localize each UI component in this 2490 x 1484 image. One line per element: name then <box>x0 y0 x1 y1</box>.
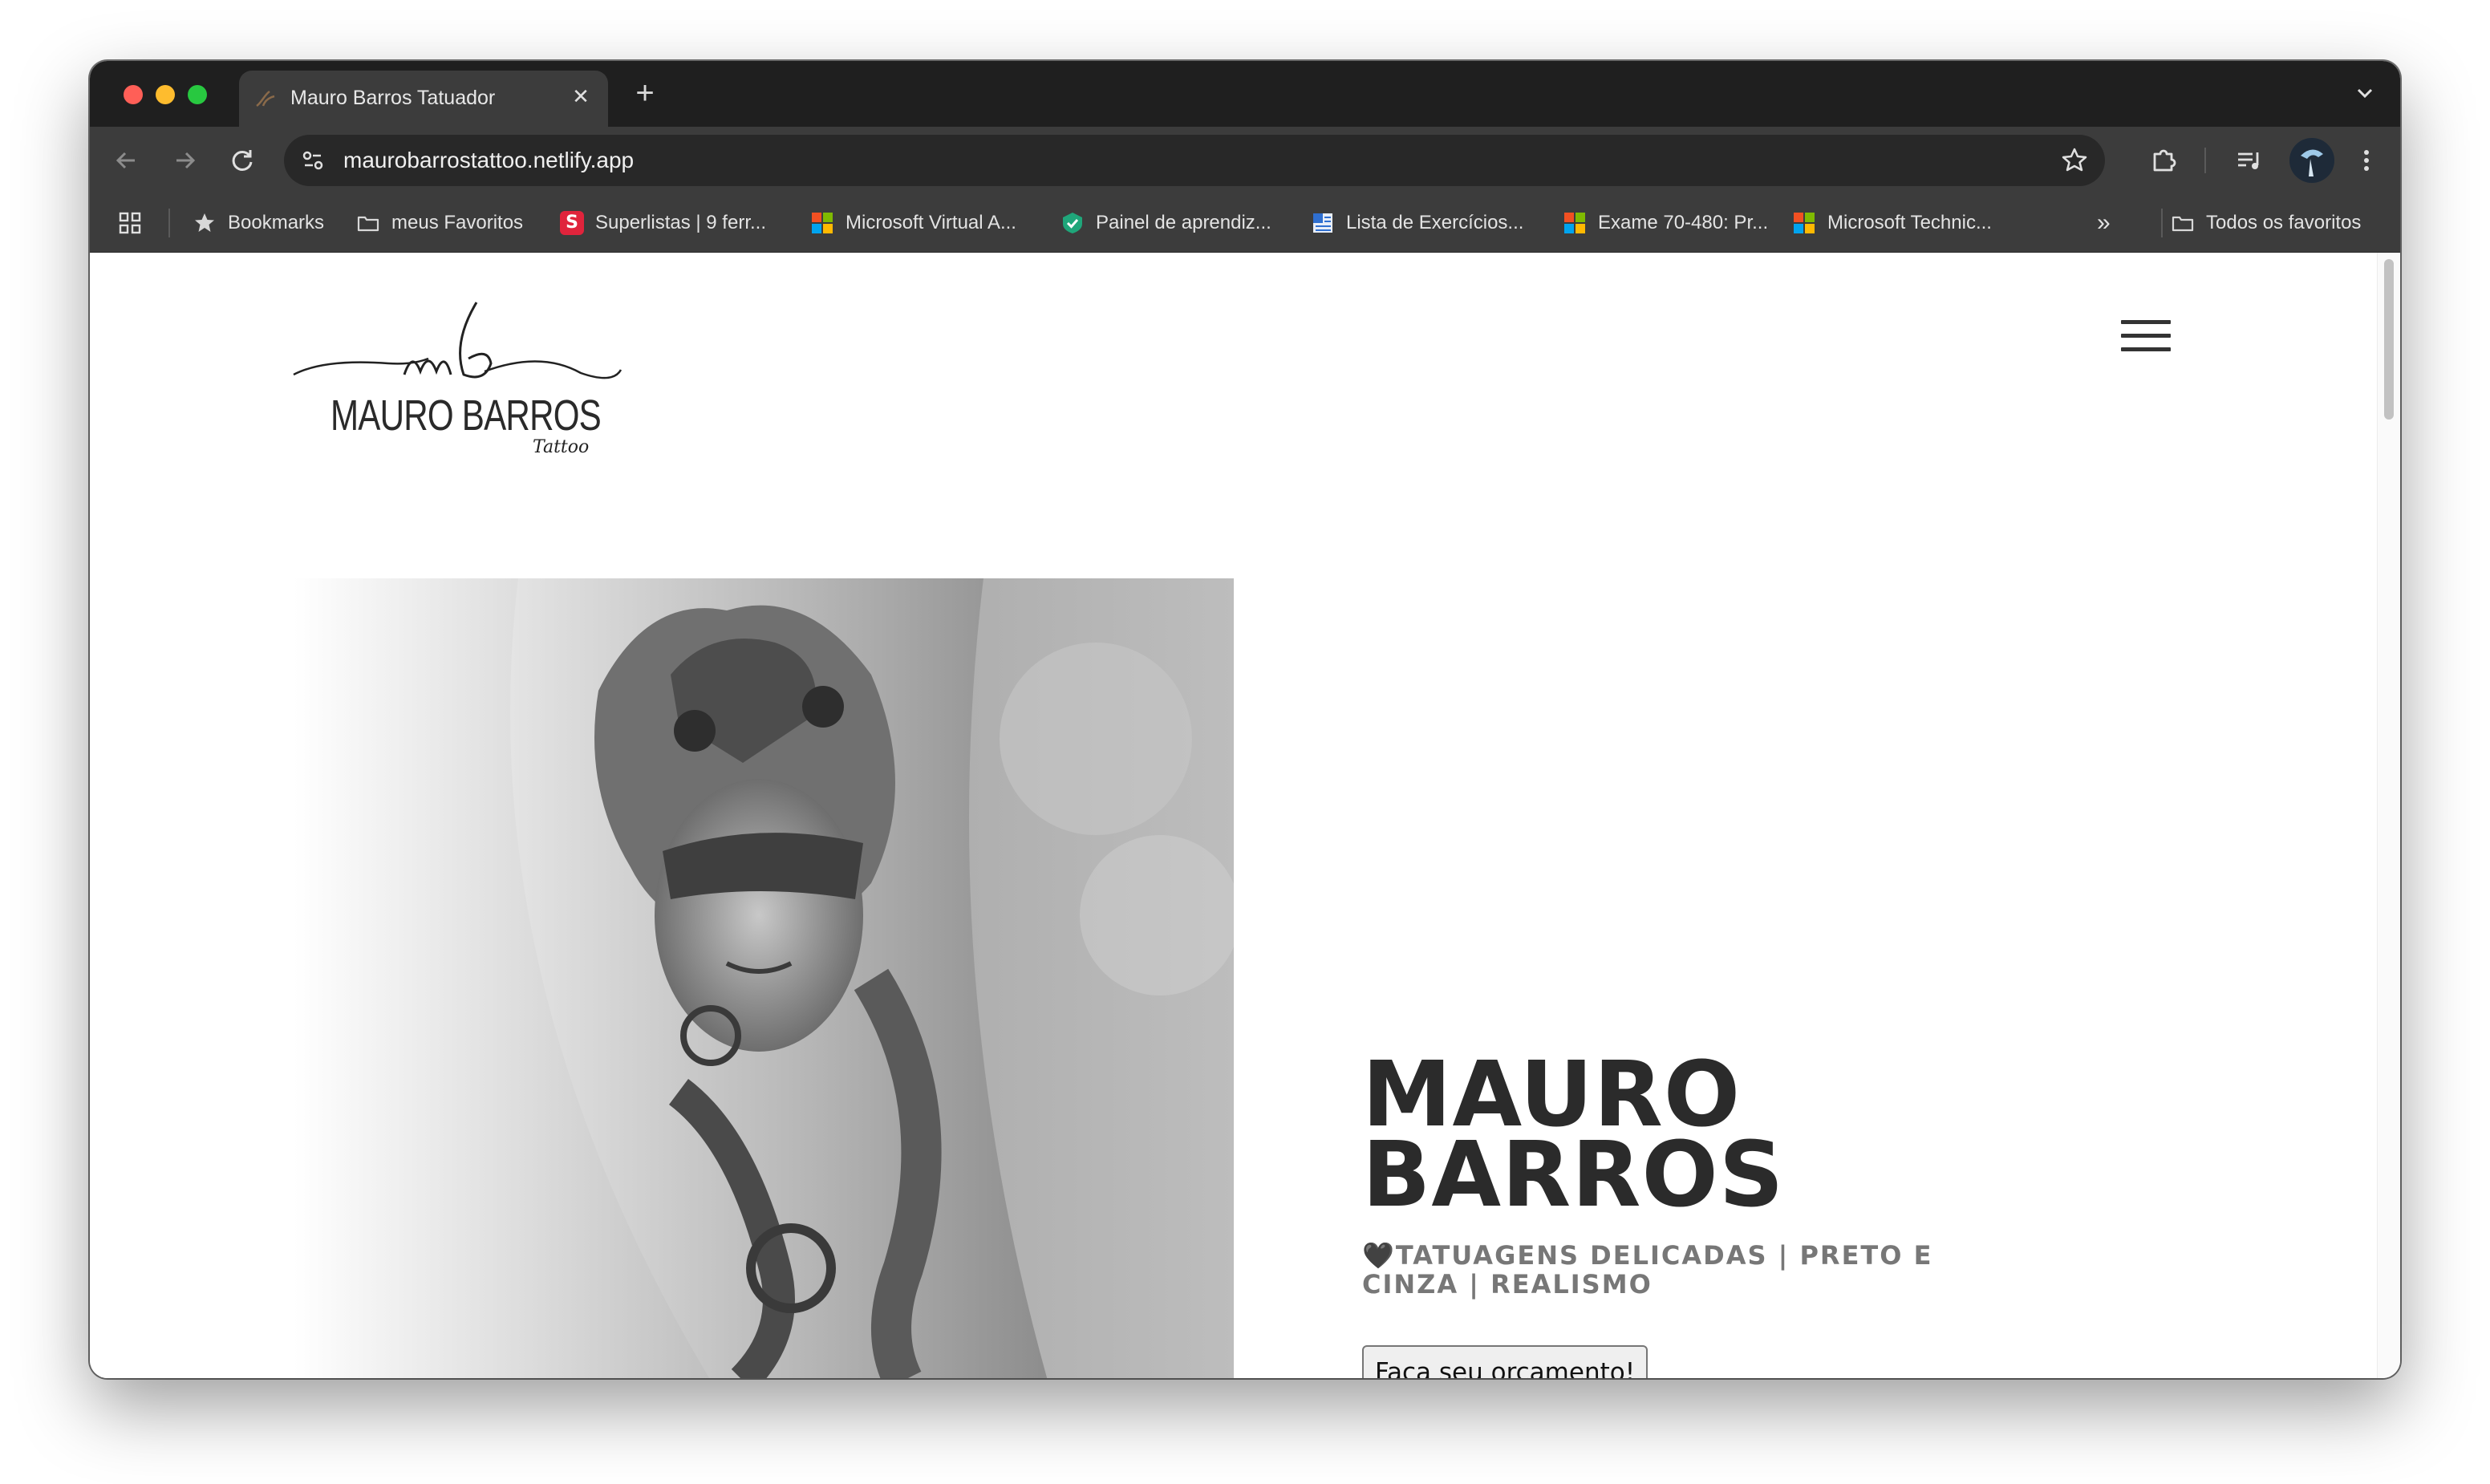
logo-wordmark: MAURO BARROS <box>331 391 602 440</box>
hero-title-line2: BARROS <box>1362 1123 1785 1227</box>
bookmark-label: Microsoft Technic... <box>1827 212 1992 233</box>
tab-active[interactable]: Mauro Barros Tatuador ✕ <box>239 71 608 127</box>
document-icon <box>1313 213 1332 233</box>
bookmark-item-painel[interactable]: Painel de aprendiz... <box>1060 209 1271 237</box>
bookmark-label: Todos os favoritos <box>2206 212 2362 233</box>
bookmark-item-exame[interactable]: Exame 70-480: Pr... <box>1563 209 1768 237</box>
bookmark-star-icon[interactable] <box>2058 144 2091 176</box>
hamburger-menu-icon[interactable] <box>2121 320 2171 357</box>
star-icon <box>195 213 214 232</box>
minimize-window-button[interactable] <box>156 85 175 104</box>
bookmarks-bar: Bookmarks meus Favoritos S Superlistas |… <box>90 194 2400 253</box>
new-tab-button[interactable]: + <box>627 77 663 112</box>
hero-subtitle: 🖤TATUAGENS DELICADAS | PRETO E CINZA | R… <box>1362 1240 1933 1300</box>
folder-icon <box>357 216 379 232</box>
quote-request-button[interactable]: Faça seu orçamento! <box>1362 1345 1649 1378</box>
page-scrollbar[interactable] <box>2377 253 2400 1378</box>
bookmark-label: Microsoft Virtual A... <box>846 212 1016 233</box>
logo-subtitle: Tattoo <box>533 437 590 457</box>
tab-title: Mauro Barros Tatuador <box>290 87 496 109</box>
bookmark-label: Lista de Exercícios... <box>1346 212 1524 233</box>
site-favicon-icon <box>256 90 275 107</box>
bookmark-item-lista-exercicios[interactable]: Lista de Exercícios... <box>1311 209 1523 237</box>
profile-avatar[interactable] <box>2289 138 2334 183</box>
close-window-button[interactable] <box>124 85 143 104</box>
bookmark-label: Superlistas | 9 ferr... <box>595 212 766 233</box>
forward-arrow-icon[interactable] <box>167 143 202 178</box>
tattoo-photo-icon <box>294 578 1234 1378</box>
site-logo[interactable]: MAURO BARROS Tattoo <box>292 294 629 463</box>
bookmark-label: Exame 70-480: Pr... <box>1598 212 1769 233</box>
bookmark-item-superlistas[interactable]: S Superlistas | 9 ferr... <box>560 209 766 237</box>
microsoft-icon <box>1564 213 1585 233</box>
logo-monogram-icon <box>293 302 622 379</box>
bookmark-item-bookmarks[interactable]: Bookmarks <box>193 209 324 237</box>
browser-window: Mauro Barros Tatuador ✕ + maurobarrostat… <box>90 61 2400 1378</box>
extensions-puzzle-icon[interactable] <box>2147 143 2182 178</box>
reload-icon[interactable] <box>225 143 260 178</box>
bookmarks-separator <box>2161 209 2163 237</box>
bookmark-item-meus-favoritos[interactable]: meus Favoritos <box>356 209 523 237</box>
page-viewport: MAURO BARROS Tattoo MAURO BARROS 🖤TATUAG… <box>90 253 2400 1378</box>
apps-grid-icon[interactable] <box>117 210 143 236</box>
media-queue-icon[interactable] <box>2232 143 2267 178</box>
bookmark-label: Bookmarks <box>228 212 325 233</box>
toolbar-divider <box>2204 148 2206 173</box>
address-bar[interactable]: maurobarrostattoo.netlify.app <box>284 135 2105 186</box>
shield-check-icon <box>1063 213 1082 233</box>
bookmark-item-todos-favoritos[interactable]: Todos os favoritos <box>2171 209 2361 237</box>
hero-title: MAURO BARROS <box>1362 1050 2084 1227</box>
back-arrow-icon[interactable] <box>109 143 144 178</box>
site-settings-icon[interactable] <box>297 144 329 176</box>
tab-search-chevron-icon[interactable] <box>2349 77 2381 109</box>
profile-avatar-icon <box>2289 138 2334 183</box>
microsoft-icon <box>1794 213 1815 233</box>
browser-menu-kebab-icon[interactable] <box>2349 143 2384 178</box>
bookmarks-overflow-icon[interactable]: » <box>2097 209 2111 237</box>
microsoft-icon <box>812 213 833 233</box>
bookmarks-separator <box>168 209 170 237</box>
url-text: maurobarrostattoo.netlify.app <box>343 148 635 172</box>
folder-icon <box>2172 216 2194 232</box>
scrollbar-thumb[interactable] <box>2384 259 2394 420</box>
hero-tattoo-image <box>294 578 1234 1378</box>
bookmark-item-microsoft-virtual[interactable]: Microsoft Virtual A... <box>810 209 1016 237</box>
browser-toolbar: maurobarrostattoo.netlify.app <box>90 127 2400 194</box>
maximize-window-button[interactable] <box>188 85 207 104</box>
bookmark-item-microsoft-technic[interactable]: Microsoft Technic... <box>1792 209 1992 237</box>
superlistas-icon: S <box>560 211 584 235</box>
tab-close-icon[interactable]: ✕ <box>566 82 595 111</box>
bookmark-label: Painel de aprendiz... <box>1096 212 1271 233</box>
tab-strip: Mauro Barros Tatuador ✕ + <box>90 61 2400 127</box>
bookmark-label: meus Favoritos <box>391 212 524 233</box>
